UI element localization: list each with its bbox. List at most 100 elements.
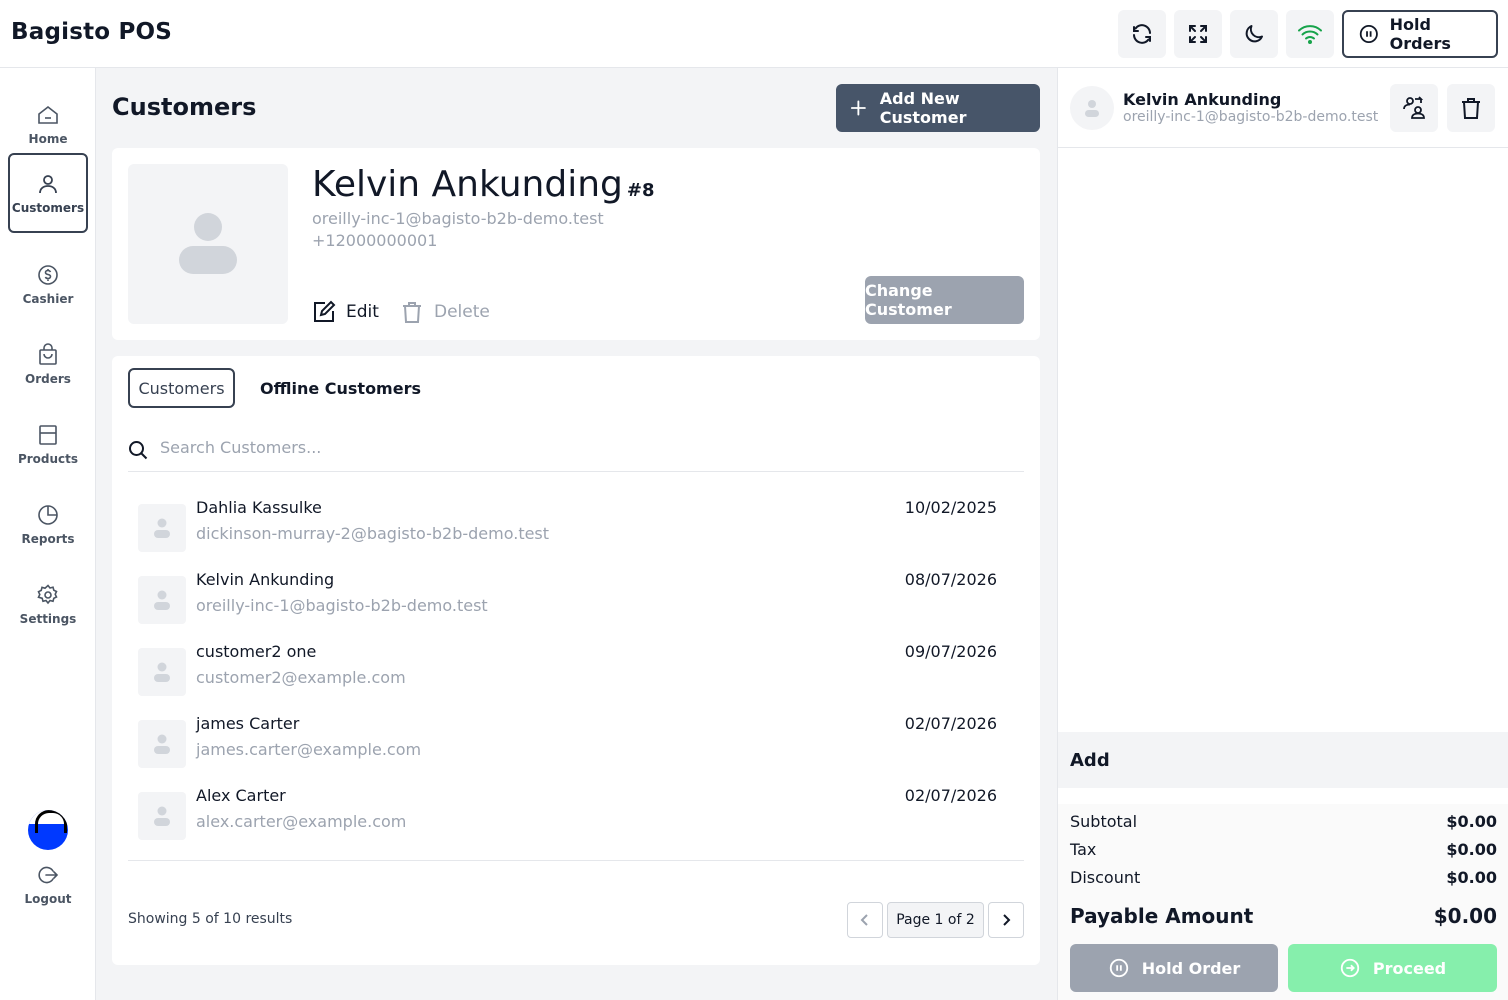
user-placeholder-icon <box>154 662 170 682</box>
hold-orders-label: Hold Orders <box>1389 15 1451 53</box>
customer-row-name: Kelvin Ankunding <box>196 570 335 589</box>
fullscreen-icon <box>1189 25 1207 43</box>
customer-profile-card: Kelvin Ankunding #8 oreilly-inc-1@bagisto… <box>112 148 1040 340</box>
chevron-left-icon <box>860 914 868 926</box>
customer-row-email: dickinson-murray-2@bagisto-b2b-demo.test <box>196 524 550 543</box>
customer-row-date: 10/02/2025 <box>904 498 997 517</box>
subtotal-value: $0.00 <box>1446 812 1497 831</box>
search-input[interactable] <box>160 438 860 457</box>
pause-circle-icon <box>1359 24 1378 44</box>
bag-icon <box>39 342 57 365</box>
payable-row: Payable Amount $0.00 <box>1070 904 1497 928</box>
avatar <box>138 792 186 840</box>
payable-label: Payable Amount <box>1070 904 1254 928</box>
moon-icon <box>1245 25 1263 43</box>
fullscreen-button[interactable] <box>1174 10 1222 58</box>
list-item[interactable]: james Carter james.carter@example.com 02… <box>128 714 1024 778</box>
logout-button[interactable]: Logout <box>8 844 88 924</box>
box-icon <box>39 424 57 445</box>
discount-value: $0.00 <box>1446 868 1497 887</box>
customer-avatar <box>128 164 288 324</box>
sidebar-item-label: Orders <box>25 371 71 386</box>
sidebar-item-orders[interactable]: Orders <box>8 324 88 404</box>
gear-icon <box>37 583 58 604</box>
customer-id: #8 <box>626 180 655 201</box>
subtotal-row: Subtotal $0.00 <box>1070 812 1497 831</box>
avatar <box>138 504 186 552</box>
list-item[interactable]: customer2 one customer2@example.com 09/0… <box>128 642 1024 706</box>
sidebar-item-reports[interactable]: Reports <box>8 484 88 564</box>
hold-order-button[interactable]: Hold Order <box>1070 944 1278 992</box>
proceed-button[interactable]: Proceed <box>1288 944 1497 992</box>
tax-label: Tax <box>1070 840 1097 859</box>
discount-row: Discount $0.00 <box>1070 868 1497 887</box>
customer-row-date: 08/07/2026 <box>904 570 997 589</box>
sidebar-item-products[interactable]: Products <box>8 404 88 484</box>
customer-phone: +12000000001 <box>312 231 438 250</box>
order-summary: Subtotal $0.00 Tax $0.00 Discount $0.00 … <box>1058 804 1508 1000</box>
divider <box>128 860 1024 861</box>
user-placeholder-icon <box>154 518 170 538</box>
user-placeholder-icon <box>154 734 170 754</box>
search-bar <box>128 428 1024 472</box>
customer-row-date: 02/07/2026 <box>904 786 997 805</box>
sidebar-item-label: Reports <box>21 531 75 546</box>
customer-name: Kelvin Ankunding #8 <box>312 164 655 205</box>
refresh-button[interactable] <box>1118 10 1166 58</box>
edit-icon <box>314 300 336 322</box>
next-page-button[interactable] <box>988 902 1024 938</box>
sidebar-item-cashier[interactable]: Cashier <box>8 244 88 324</box>
sidebar: Home Customers Cashier Orders Products R… <box>0 68 96 1000</box>
sidebar-item-label: Home <box>28 131 68 146</box>
cart-customer-email: oreilly-inc-1@bagisto-b2b-demo.test <box>1123 109 1379 125</box>
page-indicator: Page 1 of 2 <box>887 902 984 938</box>
tax-row: Tax $0.00 <box>1070 840 1497 859</box>
user-placeholder-icon <box>154 806 170 826</box>
discount-label: Discount <box>1070 868 1141 887</box>
refresh-icon <box>1133 24 1151 44</box>
customer-row-email: customer2@example.com <box>196 668 406 687</box>
customer-row-name: Alex Carter <box>196 786 286 805</box>
list-item[interactable]: Alex Carter alex.carter@example.com 02/0… <box>128 786 1024 850</box>
dark-mode-button[interactable] <box>1230 10 1278 58</box>
trash-icon <box>1462 98 1480 119</box>
customer-row-email: oreilly-inc-1@bagisto-b2b-demo.test <box>196 596 488 615</box>
subtotal-label: Subtotal <box>1070 812 1138 831</box>
user-placeholder-icon <box>179 213 237 274</box>
hold-order-label: Hold Order <box>1141 958 1241 978</box>
edit-label: Edit <box>346 302 379 322</box>
app-title: Bagisto POS <box>11 19 173 45</box>
cart-customer-header: Kelvin Ankunding oreilly-inc-1@bagisto-b… <box>1058 68 1508 148</box>
search-icon <box>129 441 148 460</box>
sidebar-item-settings[interactable]: Settings <box>8 564 88 644</box>
avatar <box>138 576 186 624</box>
delete-customer-button[interactable]: Delete <box>400 300 490 324</box>
hold-orders-button[interactable]: Hold Orders <box>1342 10 1498 58</box>
prev-page-button[interactable] <box>847 902 883 938</box>
list-item[interactable]: Dahlia Kassulke dickinson-murray-2@bagis… <box>128 498 1024 562</box>
list-item[interactable]: Kelvin Ankunding oreilly-inc-1@bagisto-b… <box>128 570 1024 634</box>
logout-icon <box>38 866 59 883</box>
tab-customers[interactable]: Customers <box>128 368 235 408</box>
customer-row-name: james Carter <box>196 714 300 733</box>
sidebar-item-home[interactable]: Home <box>8 84 88 164</box>
customer-row-email: james.carter@example.com <box>196 740 422 759</box>
customer-row-date: 02/07/2026 <box>904 714 997 733</box>
change-customer-button[interactable]: Change Customer <box>865 276 1024 324</box>
customer-row-date: 09/07/2026 <box>904 642 997 661</box>
add-section[interactable]: Add <box>1058 732 1508 788</box>
dollar-icon <box>38 264 58 285</box>
edit-customer-button[interactable]: Edit <box>312 300 379 324</box>
add-new-customer-label: Add New Customer <box>879 89 967 127</box>
switch-customer-button[interactable] <box>1390 84 1438 132</box>
sidebar-item-customers[interactable]: Customers <box>8 153 88 233</box>
sidebar-item-label: Products <box>17 451 79 466</box>
add-new-customer-button[interactable]: Add New Customer <box>836 84 1040 132</box>
clear-cart-button[interactable] <box>1447 84 1495 132</box>
sidebar-item-label: Cashier <box>22 291 74 306</box>
proceed-label: Proceed <box>1372 958 1447 978</box>
tab-offline-customers[interactable]: Offline Customers <box>260 368 421 408</box>
online-status-button[interactable] <box>1286 10 1334 58</box>
customer-list-card: Customers Offline Customers Dahlia Kassu… <box>112 356 1040 965</box>
switch-user-icon <box>1403 96 1425 119</box>
